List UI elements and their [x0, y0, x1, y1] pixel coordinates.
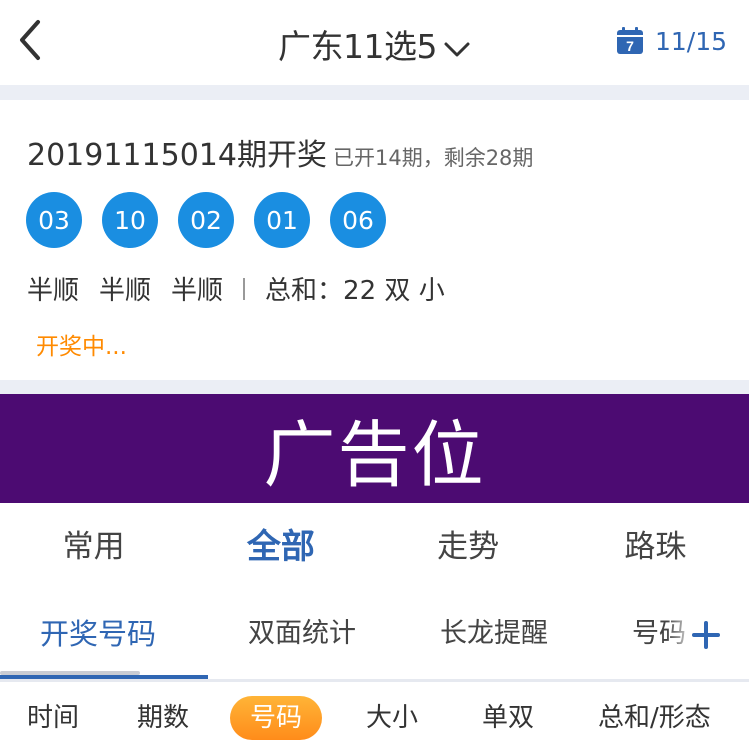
plus-icon[interactable] — [689, 618, 723, 652]
calendar-icon: 7 — [616, 27, 643, 54]
filter-odd-even[interactable]: 单双 — [482, 696, 534, 740]
ad-banner-text: 广告位 — [263, 413, 486, 497]
sum-parity: 双 — [384, 276, 411, 306]
sum-label: 总和：22 — [265, 276, 377, 306]
tab-road-beads[interactable]: 路珠 — [562, 503, 749, 591]
header-bar: 广东11选5 7 11/15 — [0, 0, 749, 85]
filter-issues[interactable]: 期数 — [137, 696, 189, 740]
date-picker[interactable]: 7 11/15 — [615, 26, 727, 56]
filter-numbers[interactable]: 号码 — [230, 696, 323, 740]
draw-status: 开奖中... — [36, 334, 127, 360]
filter-big-small[interactable]: 大小 — [366, 696, 418, 740]
form-label: 半顺 — [99, 276, 152, 306]
section-divider — [0, 85, 749, 100]
tab-common[interactable]: 常用 — [0, 503, 187, 591]
ad-banner[interactable]: 广告位 — [0, 394, 749, 503]
filter-bar: 时间 期数 号码 大小 单双 总和/形态 — [0, 682, 749, 750]
chevron-down-icon — [444, 42, 470, 56]
number-ball: 03 — [26, 192, 82, 248]
filter-sum-shape[interactable]: 总和/形态 — [598, 696, 711, 740]
number-ball: 10 — [102, 192, 158, 248]
form-label: 半顺 — [27, 276, 80, 306]
date-label: 11/15 — [654, 26, 727, 56]
number-ball: 02 — [178, 192, 234, 248]
subtab-two-sided-stats[interactable]: 双面统计 — [248, 591, 356, 679]
subtab-draw-numbers[interactable]: 开奖号码 — [40, 591, 156, 679]
draw-progress: 已开14期，剩余28期 — [332, 146, 534, 170]
section-divider — [0, 380, 749, 394]
sum-size: 小 — [418, 276, 445, 306]
draw-forms: 半顺 半顺 半顺 总和：22 双 小 — [27, 270, 465, 307]
filter-time[interactable]: 时间 — [27, 696, 79, 740]
tab-all[interactable]: 全部 — [187, 503, 374, 591]
draw-issue: 20191115014期开奖 — [27, 138, 327, 173]
sum-summary: 总和：22 双 小 — [265, 270, 445, 307]
category-tabs: 常用 全部 走势 路珠 — [0, 503, 749, 591]
draw-balls: 03 10 02 01 06 — [26, 192, 406, 248]
form-label: 半顺 — [171, 276, 224, 306]
number-ball: 01 — [254, 192, 310, 248]
calendar-day-text: 7 — [626, 38, 634, 54]
vertical-divider — [243, 277, 246, 300]
page-title: 广东11选5 — [278, 27, 438, 66]
number-ball: 06 — [330, 192, 386, 248]
sub-tabs: 开奖号码 双面统计 长龙提醒 号码 — [0, 591, 749, 679]
draw-issue-line: 20191115014期开奖 已开14期，剩余28期 — [27, 130, 533, 174]
subtab-streak-alert[interactable]: 长龙提醒 — [440, 591, 548, 679]
tab-trend[interactable]: 走势 — [375, 503, 562, 591]
draw-result-card: 20191115014期开奖 已开14期，剩余28期 03 10 02 01 06… — [0, 100, 749, 380]
